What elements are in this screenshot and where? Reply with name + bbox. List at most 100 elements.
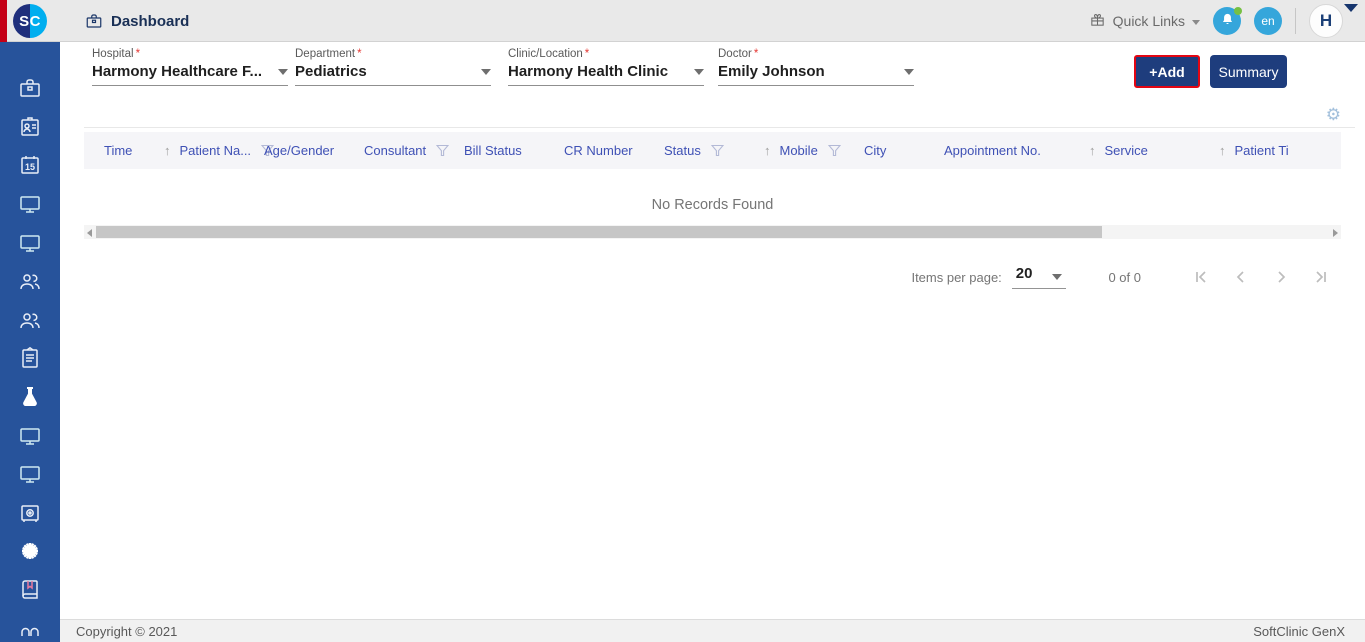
previous-page-icon[interactable] bbox=[1221, 269, 1261, 285]
sidebar-item-monitor[interactable] bbox=[0, 416, 60, 455]
filter-bar: Hospital * Harmony Healthcare F... Depart… bbox=[60, 42, 1365, 100]
top-header-bar: SC Dashboard Quick Links en H bbox=[0, 0, 1365, 42]
notification-dot bbox=[1234, 7, 1242, 15]
required-asterisk: * bbox=[357, 48, 362, 60]
column-header-status[interactable]: Status bbox=[664, 143, 764, 158]
column-header-cr-number[interactable]: CR Number bbox=[564, 143, 664, 158]
column-label: Status bbox=[664, 143, 701, 158]
dropdown-caret-icon[interactable] bbox=[904, 68, 914, 75]
column-header-patient-ti[interactable]: ↑ Patient Ti bbox=[1219, 143, 1339, 158]
user-menu-caret-icon[interactable] bbox=[1344, 4, 1358, 12]
language-button[interactable]: en bbox=[1254, 7, 1282, 35]
copyright-text: Copyright © 2021 bbox=[76, 623, 178, 639]
department-label: Department bbox=[295, 48, 356, 60]
horizontal-scrollbar[interactable] bbox=[84, 225, 1341, 239]
dropdown-caret-icon[interactable] bbox=[278, 68, 288, 75]
column-label: Service bbox=[1104, 143, 1148, 158]
column-header-consultant[interactable]: Consultant bbox=[364, 143, 464, 158]
sidebar-item-calendar-15[interactable]: 15 bbox=[0, 146, 60, 185]
column-header-service[interactable]: ↑ Service bbox=[1089, 143, 1219, 158]
summary-button[interactable]: Summary bbox=[1210, 55, 1287, 88]
sidebar-item-safe[interactable] bbox=[0, 494, 60, 533]
items-per-page-label: Items per page: bbox=[911, 269, 1002, 285]
first-page-icon[interactable] bbox=[1181, 269, 1221, 285]
department-select[interactable]: Department * Pediatrics bbox=[295, 48, 491, 86]
hospital-select[interactable]: Hospital * Harmony Healthcare F... bbox=[92, 48, 288, 86]
column-label: Patient Ti bbox=[1234, 143, 1289, 158]
dropdown-caret-icon[interactable] bbox=[694, 68, 704, 75]
sort-arrow-icon[interactable]: ↑ bbox=[164, 143, 171, 158]
add-button[interactable]: +Add bbox=[1134, 55, 1200, 88]
column-header-city[interactable]: City bbox=[864, 143, 944, 158]
sidebar-item-flask[interactable] bbox=[0, 378, 60, 417]
sidebar-item-monitor[interactable] bbox=[0, 455, 60, 494]
sidebar: 15 bbox=[0, 42, 60, 642]
column-label: CR Number bbox=[564, 143, 633, 158]
column-header-appointment-no[interactable]: Appointment No. bbox=[944, 143, 1089, 158]
column-settings-gear-icon[interactable]: ⚙ bbox=[1326, 106, 1341, 123]
filter-funnel-icon[interactable] bbox=[827, 144, 841, 157]
column-label: Appointment No. bbox=[944, 143, 1041, 158]
notifications-button[interactable] bbox=[1213, 7, 1242, 35]
svg-text:15: 15 bbox=[25, 162, 35, 172]
top-right-cluster: Quick Links en H bbox=[1089, 0, 1358, 42]
clinic-location-select[interactable]: Clinic/Location * Harmony Health Clinic bbox=[508, 48, 704, 86]
sidebar-item-users[interactable] bbox=[0, 301, 60, 340]
dropdown-caret-icon bbox=[1052, 274, 1063, 280]
sidebar-item-briefcase[interactable] bbox=[0, 69, 60, 108]
pagination-nav bbox=[1181, 269, 1341, 285]
column-label: Bill Status bbox=[464, 143, 522, 158]
empty-state-message: No Records Found bbox=[651, 197, 774, 213]
calendar-15-icon: 15 bbox=[18, 153, 42, 177]
briefcase-icon bbox=[18, 76, 42, 100]
hospital-value: Harmony Healthcare F... bbox=[92, 63, 263, 80]
doctor-select[interactable]: Doctor * Emily Johnson bbox=[718, 48, 914, 86]
department-value: Pediatrics bbox=[295, 63, 367, 80]
sort-arrow-icon[interactable]: ↑ bbox=[1219, 143, 1226, 158]
required-asterisk: * bbox=[135, 48, 141, 60]
filter-funnel-icon[interactable] bbox=[710, 144, 724, 157]
column-label: Mobile bbox=[779, 143, 818, 158]
sort-arrow-icon[interactable]: ↑ bbox=[1089, 143, 1096, 158]
column-label: Consultant bbox=[364, 143, 427, 158]
column-header-time[interactable]: Time bbox=[84, 143, 164, 158]
column-header-bill-status[interactable]: Bill Status bbox=[464, 143, 564, 158]
column-header-patient-na[interactable]: ↑ Patient Na... bbox=[164, 143, 275, 158]
required-asterisk: * bbox=[753, 48, 759, 60]
monitor-icon bbox=[18, 192, 42, 216]
filter-funnel-icon[interactable] bbox=[436, 144, 450, 157]
scroll-right-arrow-icon[interactable] bbox=[1333, 229, 1338, 237]
sidebar-item-book[interactable] bbox=[0, 571, 60, 610]
scrollbar-thumb[interactable] bbox=[96, 226, 1102, 238]
sidebar-item-monitor[interactable] bbox=[0, 223, 60, 262]
header-divider bbox=[1295, 8, 1296, 34]
sidebar-item-clipboard[interactable] bbox=[0, 339, 60, 378]
column-label: City bbox=[864, 143, 887, 158]
sidebar-item-starburst[interactable] bbox=[0, 532, 60, 571]
quick-links-menu[interactable]: Quick Links bbox=[1089, 11, 1200, 31]
sidebar-item-monitor[interactable] bbox=[0, 185, 60, 224]
table-header-row: Time ↑ Patient Na... Age/Gender Consultant Bi… bbox=[84, 132, 1341, 169]
last-page-icon[interactable] bbox=[1301, 269, 1341, 285]
id-card-icon bbox=[18, 115, 42, 139]
avatar[interactable]: H bbox=[1309, 4, 1343, 38]
safe-icon bbox=[18, 501, 42, 525]
dropdown-caret-icon[interactable] bbox=[481, 68, 491, 75]
breadcrumb: Dashboard bbox=[85, 0, 189, 42]
items-per-page-select[interactable]: 20 bbox=[1011, 265, 1067, 289]
app-logo[interactable]: SC bbox=[13, 4, 47, 38]
sort-arrow-icon[interactable]: ↑ bbox=[764, 143, 771, 158]
next-page-icon[interactable] bbox=[1261, 269, 1301, 285]
doctor-value: Emily Johnson bbox=[718, 63, 825, 80]
user-menu[interactable]: H bbox=[1309, 4, 1358, 38]
column-header-mobile[interactable]: ↑ Mobile bbox=[764, 143, 864, 158]
briefcase-icon bbox=[85, 12, 103, 30]
scroll-left-arrow-icon[interactable] bbox=[87, 229, 92, 237]
sidebar-item-glasses[interactable] bbox=[0, 609, 60, 642]
clipboard-icon bbox=[18, 346, 42, 370]
glasses-icon bbox=[18, 617, 42, 641]
sidebar-item-id-card[interactable] bbox=[0, 108, 60, 147]
users-icon bbox=[18, 269, 42, 293]
column-header-age-gender[interactable]: Age/Gender bbox=[264, 143, 364, 158]
sidebar-item-users[interactable] bbox=[0, 262, 60, 301]
